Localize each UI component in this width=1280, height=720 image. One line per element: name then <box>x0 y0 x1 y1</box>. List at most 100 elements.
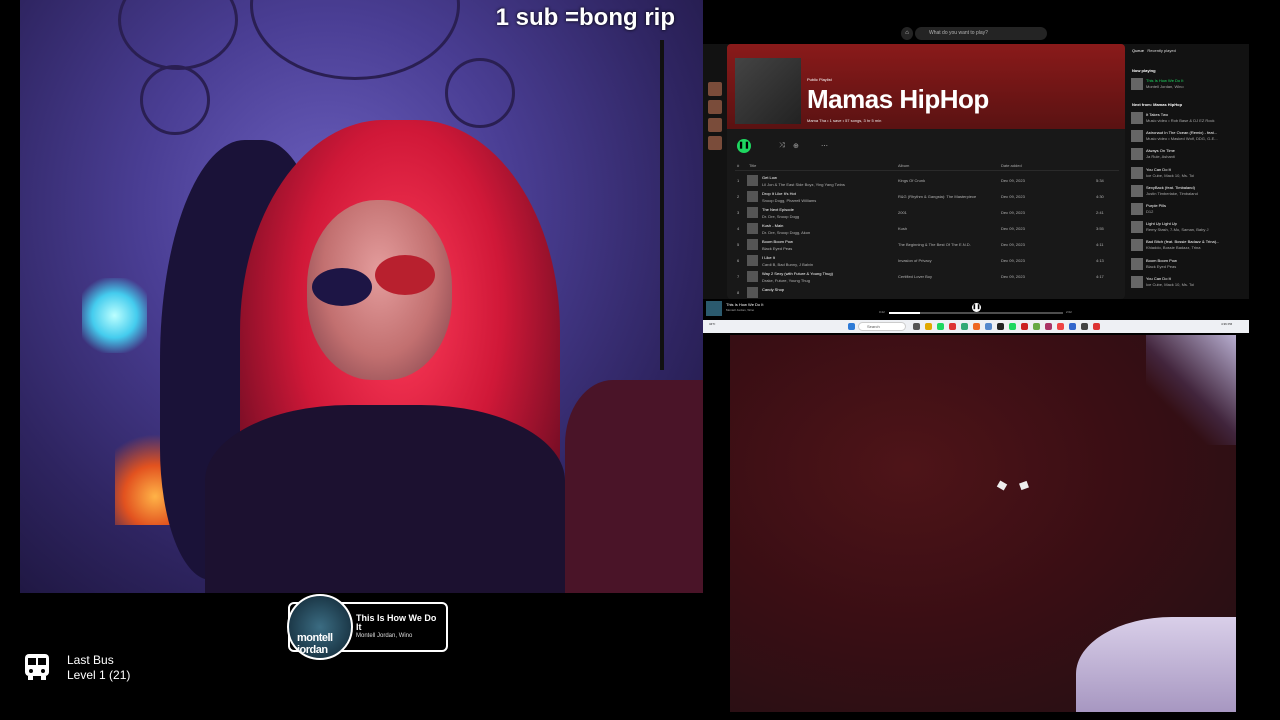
taskbar-app-icon[interactable] <box>985 323 992 330</box>
col-title: Title <box>749 163 757 168</box>
track-artist: Lil Jon & The East Side Boyz, Ying Yang … <box>762 182 845 187</box>
track-duration: 4:11 <box>1096 242 1104 247</box>
track-row[interactable]: 7 Way 2 Sexy (with Future & Young Thug) Dr… <box>735 269 1119 285</box>
track-artist: Dr. Dre, Snoop Dogg, Akon <box>762 230 811 235</box>
track-album: Certified Lover Boy <box>898 274 933 279</box>
taskbar-app-icon[interactable] <box>961 323 968 330</box>
taskbar-app-icon[interactable] <box>1033 323 1040 330</box>
taskbar: 34°F Search 4:36 PM <box>703 320 1249 333</box>
player-title: This Is How We Do It <box>726 302 764 307</box>
library-sidebar <box>705 44 725 299</box>
library-item[interactable] <box>708 100 722 114</box>
shuffle-icon[interactable]: ⤨ <box>779 142 785 150</box>
track-artist: Black Eyed Peas <box>762 246 793 251</box>
playlist-meta: Mama Tha • 1 save • 57 songs, 3 hr 5 min <box>807 118 882 123</box>
track-row[interactable]: 2 Drop It Like It's Hot Snoop Dogg, Pharre… <box>735 189 1119 205</box>
track-thumb <box>747 191 758 202</box>
track-thumb <box>747 255 758 266</box>
track-list-header: # Title Album Date added <box>735 163 1119 171</box>
queue-artist: Ice Cube, Mack 10, Ms. Toi <box>1146 172 1195 178</box>
fabric <box>1076 617 1236 712</box>
library-item[interactable] <box>708 82 722 96</box>
taskbar-search[interactable]: Search <box>858 322 906 331</box>
queue-item[interactable]: Astronaut In The Ocean (Remix) - feat...… <box>1131 128 1245 146</box>
queue-tabs: Queue Recently played <box>1132 48 1176 53</box>
taskbar-app-icon[interactable] <box>913 323 920 330</box>
more-icon[interactable]: ⋯ <box>821 142 828 150</box>
queue-item[interactable]: Bad Bitch (feat. Bossie Badazz & Trina).… <box>1131 237 1245 255</box>
queue-item[interactable]: SexyBack (feat. Timbaland) Justin Timberl… <box>1131 183 1245 201</box>
track-row[interactable]: 1 Get Low Lil Jon & The East Side Boyz, Yi… <box>735 173 1119 189</box>
queue-item[interactable]: Purple Pills D12 <box>1131 201 1245 219</box>
taskbar-app-icon[interactable] <box>949 323 956 330</box>
download-icon[interactable]: ⊕ <box>793 142 799 150</box>
track-album: 2001 <box>898 210 907 215</box>
queue-item[interactable]: You Can Do It Ice Cube, Mack 10, Ms. Toi <box>1131 274 1245 292</box>
queue-artist: Music video • Rob Base & DJ EZ Rock <box>1146 118 1215 123</box>
progress-fill <box>889 312 921 314</box>
tab-queue[interactable]: Queue <box>1132 48 1144 53</box>
queue-item[interactable]: Light Up Light Up Remy Stash, 7-Mo, Saman… <box>1131 219 1245 237</box>
track-row[interactable]: 4 Kush - Main Dr. Dre, Snoop Dogg, Akon Kus… <box>735 221 1119 237</box>
progress-bar[interactable] <box>889 312 1063 314</box>
weather-widget[interactable]: 34°F <box>709 322 715 326</box>
queue-title: SexyBack (feat. Timbaland) <box>1146 184 1195 190</box>
search-input[interactable]: What do you want to play? <box>915 27 1047 40</box>
library-item[interactable] <box>708 136 722 150</box>
track-row[interactable]: 6 I Like It Cardi B, Bad Bunny, J Balvin In… <box>735 253 1119 269</box>
track-thumb <box>747 175 758 186</box>
track-number: 7 <box>737 274 740 279</box>
taskbar-app-icon[interactable] <box>1021 323 1028 330</box>
folder-icon[interactable] <box>925 323 932 330</box>
elapsed-time: 0:22 <box>879 310 885 314</box>
queue-item[interactable]: Boom Boom Pow Black Eyed Peas <box>1131 256 1245 274</box>
track-number: 8 <box>737 290 740 295</box>
queue-artist: Ice Cube, Mack 10, Ms. Toi <box>1146 281 1195 287</box>
queue-now-playing[interactable]: This Is How We Do It Montell Jordan, Win… <box>1131 76 1245 94</box>
now-playing-title: This Is How We Do It <box>356 613 437 632</box>
taskbar-app-icon[interactable] <box>1057 323 1064 330</box>
queue-item[interactable]: It Takes Two Music video • Rob Base & DJ … <box>1131 110 1245 128</box>
mask-right <box>375 255 435 295</box>
taskbar-app-icon[interactable] <box>1009 323 1016 330</box>
taskbar-app-icon[interactable] <box>1069 323 1076 330</box>
start-icon[interactable] <box>848 323 855 330</box>
track-title: The Next Episode <box>762 207 794 212</box>
track-row[interactable]: 5 Boom Boom Pow Black Eyed Peas The Beginni… <box>735 237 1119 253</box>
queue-item[interactable]: Always On Time Ja Rule, Ashanti <box>1131 146 1245 164</box>
track-number: 6 <box>737 258 740 263</box>
library-item[interactable] <box>708 118 722 132</box>
play-button[interactable]: ❚❚ <box>737 139 751 153</box>
queue-item[interactable]: You Can Do It Ice Cube, Mack 10, Ms. Toi <box>1131 165 1245 183</box>
taskbar-app-icon[interactable] <box>1045 323 1052 330</box>
home-icon[interactable]: ⌂ <box>901 27 913 40</box>
taskbar-app-icon[interactable] <box>997 323 1004 330</box>
taskbar-app-icon[interactable] <box>973 323 980 330</box>
speck <box>996 480 1008 491</box>
track-thumb <box>747 223 758 234</box>
col-num: # <box>737 163 740 168</box>
taskbar-app-icon[interactable] <box>1093 323 1100 330</box>
secondary-camera-feed <box>730 335 1236 712</box>
track-number: 4 <box>737 226 740 231</box>
queue-title: Boom Boom Pow <box>1146 257 1177 263</box>
taskbar-app-icon[interactable] <box>1081 323 1088 330</box>
pause-button[interactable]: ❚❚ <box>972 303 981 312</box>
track-thumb <box>1131 148 1143 161</box>
tab-recent[interactable]: Recently played <box>1147 48 1175 53</box>
track-number: 2 <box>737 194 740 199</box>
spotify-icon[interactable] <box>937 323 944 330</box>
queue-title: Bad Bitch (feat. Bossie Badazz & Trina).… <box>1146 239 1220 245</box>
queue-artist: Remy Stash, 7-Mo, Saman, Baby J <box>1146 227 1209 233</box>
now-playing-label: Now playing <box>1132 68 1156 73</box>
track-thumb <box>1131 166 1143 179</box>
queue-artist: Khiaddo, Bossie Badazz, Trina <box>1146 245 1201 251</box>
track-row[interactable]: 3 The Next Episode Dr. Dre, Snoop Dogg 2001… <box>735 205 1119 221</box>
lamp <box>82 278 147 353</box>
queue-title: Always On Time <box>1146 148 1175 154</box>
track-artist: Snoop Dogg, Pharrell Williams <box>762 198 817 203</box>
track-number: 3 <box>737 210 740 215</box>
queue-title: It Takes Two <box>1146 112 1169 117</box>
track-title: I Like It <box>762 255 775 260</box>
track-row[interactable]: 8 Candy Shop <box>735 285 1119 299</box>
